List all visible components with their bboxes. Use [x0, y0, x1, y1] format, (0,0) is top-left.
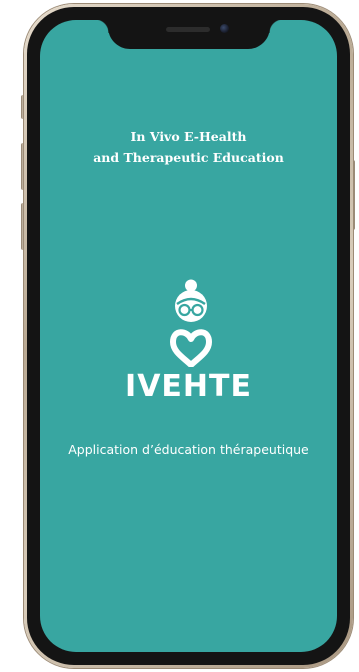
- earpiece-speaker-icon: [165, 27, 210, 32]
- notch: [94, 20, 283, 49]
- phone-frame: In Vivo E-Health and Therapeutic Educati…: [24, 4, 353, 668]
- front-camera-icon: [219, 24, 229, 33]
- app-subtitle: Application d’éducation thérapeutique: [68, 442, 309, 457]
- tagline-line-2: and Therapeutic Education: [93, 150, 284, 165]
- phone-bezel: In Vivo E-Health and Therapeutic Educati…: [27, 7, 350, 665]
- app-brand-name: IVEHTE: [125, 369, 252, 404]
- app-tagline: In Vivo E-Health and Therapeutic Educati…: [40, 126, 337, 168]
- splash-screen[interactable]: In Vivo E-Health and Therapeutic Educati…: [40, 20, 337, 652]
- tagline-line-1: In Vivo E-Health: [130, 129, 247, 144]
- caregiver-heart-icon: [170, 279, 212, 367]
